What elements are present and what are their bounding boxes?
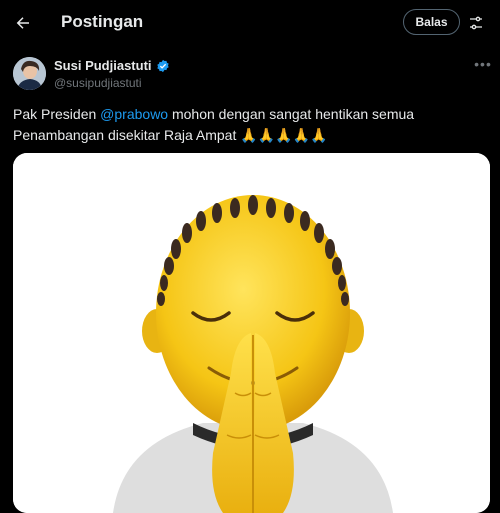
more-icon: ••• (474, 56, 492, 72)
author-handle[interactable]: @susipudjiastuti (54, 76, 142, 90)
post-text-start: Pak Presiden (13, 106, 101, 122)
praying-hands-emoji: 🙏🙏🙏🙏🙏 (240, 127, 328, 143)
back-button[interactable] (8, 8, 38, 38)
post-text: Pak Presiden @prabowo mohon dengan sanga… (13, 104, 483, 146)
more-options-button[interactable]: ••• (472, 56, 494, 72)
praying-emoji-image (13, 153, 490, 513)
reply-button[interactable]: Balas (403, 9, 460, 35)
filter-button[interactable] (463, 10, 489, 36)
top-bar: Postingan Balas (0, 0, 500, 46)
arrow-left-icon (16, 17, 29, 29)
profile-photo (13, 57, 46, 90)
post-media[interactable] (13, 153, 490, 513)
verified-badge-icon (156, 59, 169, 72)
author-name-row[interactable]: Susi Pudjiastuti (54, 58, 170, 73)
mention-link[interactable]: @prabowo (100, 106, 168, 122)
page-title: Postingan (61, 12, 144, 31)
sliders-icon (470, 16, 482, 30)
author-name[interactable]: Susi Pudjiastuti (54, 58, 152, 73)
avatar[interactable] (13, 57, 46, 90)
